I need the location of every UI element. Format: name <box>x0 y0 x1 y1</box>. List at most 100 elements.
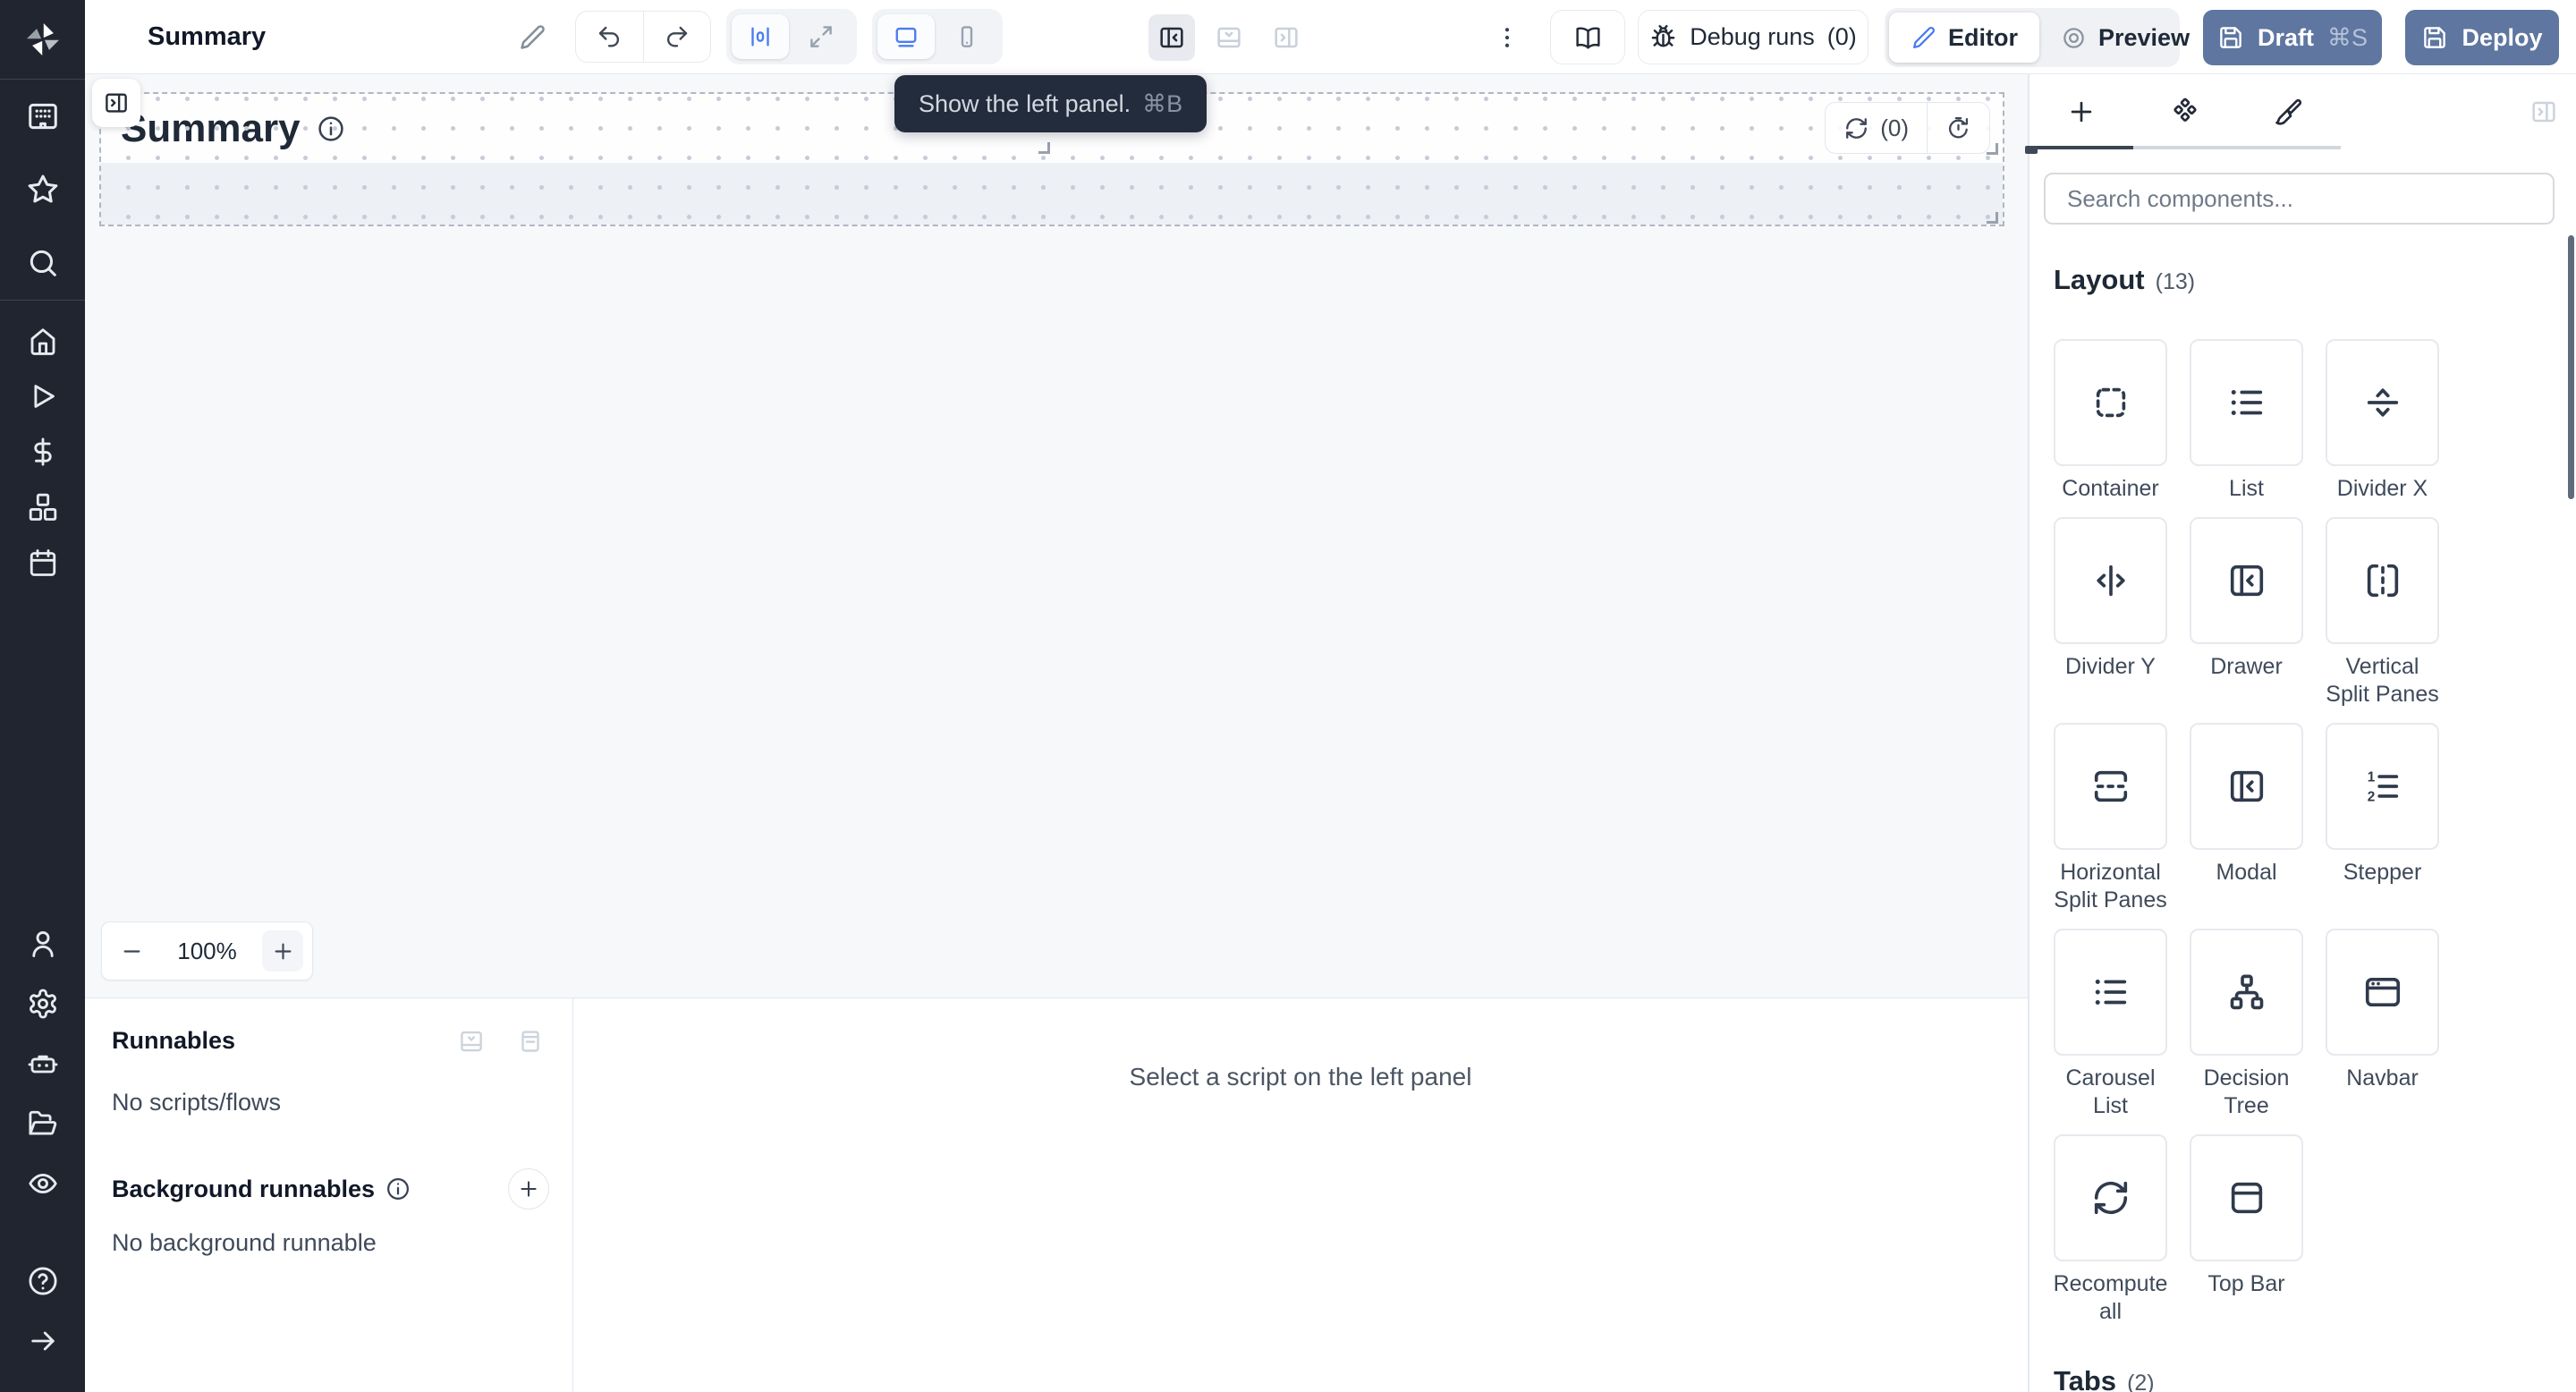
info-icon[interactable] <box>317 115 345 143</box>
zoom-out-button[interactable] <box>111 930 152 972</box>
undo-button[interactable] <box>576 12 643 62</box>
sidebar-item-arrow-right[interactable] <box>0 1311 85 1371</box>
tab-styling[interactable] <box>2237 74 2341 149</box>
recompute-icon <box>2090 1177 2131 1218</box>
svg-text:2: 2 <box>2367 789 2375 804</box>
component-card-list[interactable] <box>2190 339 2303 466</box>
toggle-right-panel-button[interactable] <box>1263 14 1309 61</box>
sidebar-item-runs[interactable] <box>0 369 85 424</box>
component-card-horizontal-split-panes[interactable] <box>2054 723 2167 850</box>
toolbar: Summary Debug <box>85 0 2576 74</box>
open-left-panel-button[interactable] <box>92 79 140 127</box>
more-menu-button[interactable] <box>1487 0 1527 74</box>
mobile-view-button[interactable] <box>938 14 996 59</box>
debug-runs-button[interactable]: Debug runs (0) <box>1638 10 1868 64</box>
runnables-list-icon[interactable] <box>517 1028 544 1055</box>
component-cell: Navbar <box>2326 929 2439 1120</box>
minus-icon <box>120 939 144 963</box>
fullscreen-button[interactable] <box>792 14 850 59</box>
sidebar-group-middle <box>0 313 85 590</box>
desktop-view-button[interactable] <box>877 14 935 59</box>
component-label: Horizontal Split Panes <box>2054 859 2167 914</box>
component-card-drawer[interactable] <box>2190 517 2303 644</box>
sidebar-item-star[interactable] <box>0 153 85 226</box>
component-card-carousel-list[interactable] <box>2054 929 2167 1056</box>
sidebar-item-settings[interactable] <box>0 973 85 1033</box>
resize-handle[interactable] <box>1038 142 1050 154</box>
runnables-header-icons <box>458 1028 544 1055</box>
component-label: Decision Tree <box>2190 1065 2303 1120</box>
panel-right-icon[interactable] <box>2529 98 2558 126</box>
middle-row: Summary (0) <box>85 74 2576 1392</box>
component-card-container[interactable] <box>2054 339 2167 466</box>
sidebar-item-variables[interactable] <box>0 424 85 480</box>
tab-components-settings[interactable] <box>2133 74 2237 149</box>
background-runnables-title: Background runnables <box>112 1176 375 1203</box>
user-icon <box>27 928 59 960</box>
sidebar-item-folders[interactable] <box>0 1093 85 1153</box>
sidebar-item-eye[interactable] <box>0 1153 85 1213</box>
empty-grid-row[interactable] <box>101 163 2003 225</box>
tab-preview[interactable]: Preview <box>2039 13 2211 63</box>
toggle-bottom-panel-button[interactable] <box>1206 14 1252 61</box>
section-title: Layout <box>2054 264 2145 296</box>
sidebar-item-schedules[interactable] <box>0 535 85 590</box>
sidebar-item-workers[interactable] <box>0 1033 85 1093</box>
sidebar-item-apps[interactable] <box>0 80 85 153</box>
component-card-stepper[interactable]: 12 <box>2326 723 2439 850</box>
component-cell: Drawer <box>2190 517 2303 709</box>
decision-tree-icon <box>2226 972 2267 1013</box>
component-search-wrap <box>2029 149 2576 225</box>
component-card-top-bar[interactable] <box>2190 1134 2303 1261</box>
preview-icon <box>2061 25 2087 51</box>
sidebar-group-top <box>0 80 85 300</box>
component-card-divider-x[interactable] <box>2326 339 2439 466</box>
component-search-input[interactable] <box>2044 173 2555 225</box>
tab-editor[interactable]: Editor <box>1889 13 2039 63</box>
draft-button[interactable]: Draft ⌘S <box>2203 10 2382 65</box>
zoom-in-button[interactable] <box>262 930 303 972</box>
divider-y-icon <box>2090 560 2131 601</box>
sidebar-item-home[interactable] <box>0 313 85 369</box>
scrollbar-thumb[interactable] <box>2568 235 2574 499</box>
panel-resize-handle[interactable] <box>2025 146 2038 154</box>
windmill-logo[interactable] <box>0 0 85 79</box>
resize-handle[interactable] <box>1987 212 1998 224</box>
info-icon[interactable] <box>386 1176 411 1201</box>
tab-insert-component[interactable] <box>2029 74 2133 149</box>
component-card-divider-y[interactable] <box>2054 517 2167 644</box>
section-count: (2) <box>2127 1371 2155 1392</box>
toggle-left-panel-button[interactable] <box>1148 14 1195 61</box>
component-cell: Modal <box>2190 723 2303 914</box>
component-card-decision-tree[interactable] <box>2190 929 2303 1056</box>
component-cell: Decision Tree <box>2190 929 2303 1120</box>
component-card-navbar[interactable] <box>2326 929 2439 1056</box>
component-cell: Divider X <box>2326 339 2439 503</box>
edit-title-button[interactable] <box>510 0 555 74</box>
history-icon <box>1945 115 1971 141</box>
folders-icon <box>27 1108 59 1140</box>
app-canvas[interactable]: Summary (0) <box>85 74 2028 997</box>
fit-width-button[interactable] <box>732 14 789 59</box>
collapse-panel-icon[interactable] <box>458 1028 485 1055</box>
job-history-button[interactable] <box>1927 103 1989 153</box>
list-icon <box>2226 382 2267 423</box>
sidebar-item-resources[interactable] <box>0 480 85 535</box>
component-cell: Horizontal Split Panes <box>2054 723 2167 914</box>
component-card-recompute-all[interactable] <box>2054 1134 2167 1261</box>
sidebar-item-help[interactable] <box>0 1251 85 1311</box>
draft-label: Draft <box>2258 24 2314 52</box>
component-card-vertical-split-panes[interactable] <box>2326 517 2439 644</box>
deploy-button[interactable]: Deploy <box>2405 10 2559 65</box>
pencil-icon <box>1911 25 1936 51</box>
sidebar-item-search[interactable] <box>0 226 85 300</box>
sidebar-item-user[interactable] <box>0 913 85 973</box>
zoom-control: 100% <box>101 921 313 980</box>
refresh-app-button[interactable]: (0) <box>1826 103 1927 153</box>
component-label: Divider X <box>2337 475 2428 503</box>
component-card-modal[interactable] <box>2190 723 2303 850</box>
add-background-runnable-button[interactable] <box>508 1168 549 1210</box>
component-label: Drawer <box>2210 653 2283 681</box>
docs-button[interactable] <box>1550 10 1625 64</box>
redo-button[interactable] <box>643 12 711 62</box>
